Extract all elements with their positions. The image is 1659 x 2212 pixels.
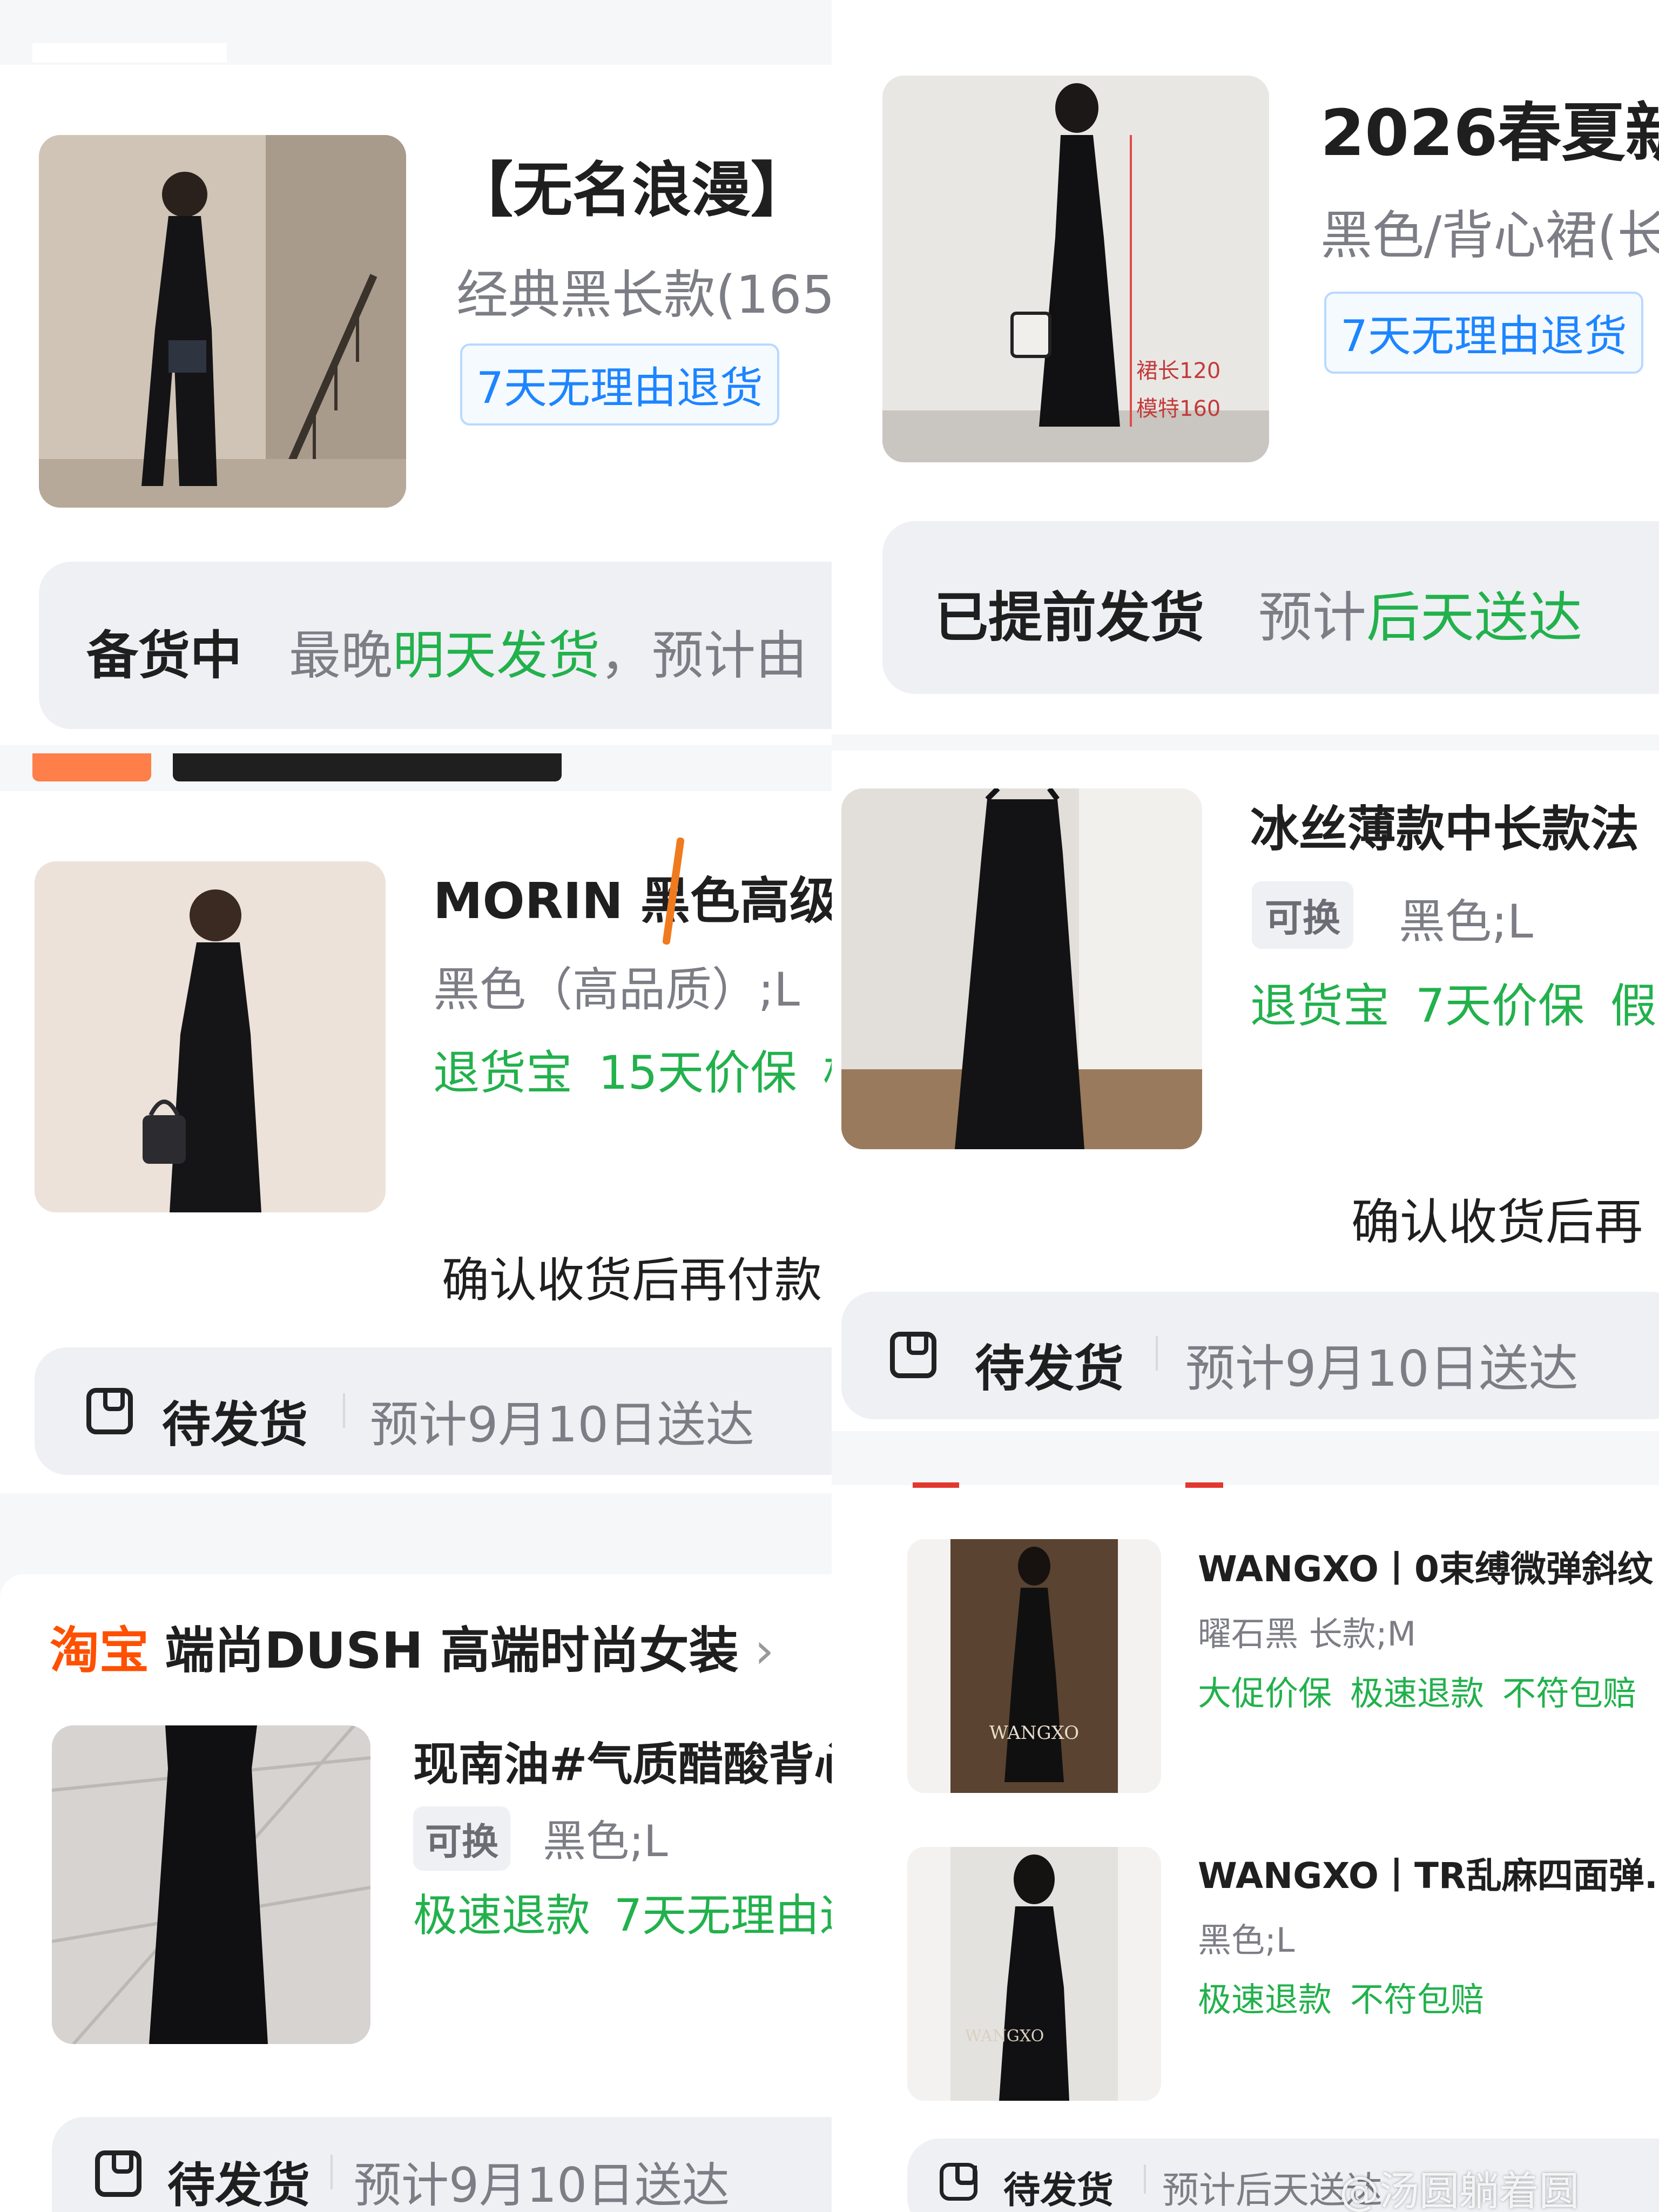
- package-icon: [940, 2163, 977, 2201]
- cropped-header-fragment: [32, 43, 227, 63]
- chevron-right-icon: ›: [754, 1622, 774, 1680]
- cropped-tab-fragment: [913, 1482, 959, 1488]
- status-pre: 最晚: [289, 625, 393, 686]
- product-spec: 黑色;L: [1198, 1920, 1295, 1960]
- status-detail: 最晚明天发货，预计由: [289, 613, 807, 689]
- status-label: 待发货: [167, 2157, 311, 2212]
- service-fast-refund: 极速退款: [413, 1890, 591, 1941]
- image-label-model-height: 模特160: [1136, 396, 1220, 421]
- divider: [343, 1393, 345, 1428]
- service-fast-refund: 极速退款: [1350, 1674, 1485, 1713]
- brand-prefix: MORIN: [433, 872, 640, 930]
- product-photo: [39, 135, 406, 508]
- status-post: ，预计由: [600, 625, 807, 686]
- product-photo: WANGXO: [907, 1539, 1161, 1793]
- product-title[interactable]: WANGXO丨TR乱麻四面弹...: [1198, 1847, 1659, 1899]
- product-photo: 裙长120 模特160: [882, 76, 1269, 462]
- service-extra: 假: [1610, 979, 1657, 1033]
- service-fast-refund: 极速退款: [1198, 1980, 1332, 2019]
- status-pre: 预计: [1258, 586, 1366, 649]
- product-photo: [52, 1725, 370, 2044]
- delivery-time: 后天送达: [1366, 586, 1582, 649]
- image-watermark: WANGXO: [989, 1722, 1079, 1744]
- service-badges: 极速退款 不符包赔: [1198, 1972, 1484, 2021]
- product-title[interactable]: 【无名浪漫】: [454, 141, 810, 228]
- status-label: 待发货: [1003, 2169, 1114, 2212]
- delivery-estimate: 预计9月10日送达: [1185, 1340, 1579, 1398]
- package-icon: [86, 1388, 133, 1434]
- service-badges: 退货宝 7天价保假: [1250, 968, 1657, 1035]
- social-watermark: @汤圆躺着圆: [1339, 2168, 1579, 2212]
- service-badges: 退货宝 15天价保极: [433, 1035, 832, 1102]
- product-spec: 黑色;L: [1399, 895, 1533, 949]
- product-image-1[interactable]: [39, 135, 406, 508]
- status-label: 备货中: [86, 625, 242, 686]
- service-price-protect: 15天价保: [598, 1046, 797, 1100]
- taobao-logo: 淘宝: [50, 1622, 150, 1680]
- product-title[interactable]: WANGXO丨0束缚微弹斜纹: [1198, 1540, 1653, 1592]
- service-badges: 大促价保 极速退款 不符包赔: [1198, 1666, 1636, 1715]
- status-detail: 预计后天送达: [1258, 574, 1582, 652]
- service-mismatch-compensation: 不符包赔: [1350, 1980, 1485, 2019]
- return-policy-tag: 7天无理由退货: [1324, 292, 1643, 374]
- package-icon: [95, 2150, 141, 2197]
- product-photo: WANGXO: [907, 1847, 1161, 2101]
- service-return-insurance: 退货宝: [433, 1046, 572, 1100]
- product-image-2[interactable]: [35, 861, 386, 1212]
- exchange-tag: 可换: [413, 1806, 511, 1871]
- service-promo-price-protect: 大促价保: [1198, 1674, 1332, 1713]
- product-photo: [35, 861, 386, 1212]
- product-title[interactable]: MORIN 黑色高级: [433, 861, 832, 933]
- shop-name: 端尚DUSH 高端时尚女装: [165, 1622, 739, 1680]
- service-return-insurance: 退货宝: [1250, 979, 1390, 1033]
- divider: [1144, 2164, 1146, 2194]
- delivery-estimate: 预计9月10日送达: [370, 1397, 754, 1453]
- product-photo: [841, 788, 1202, 1149]
- product-image-3[interactable]: [52, 1725, 370, 2044]
- status-label: 待发货: [975, 1340, 1124, 1398]
- service-extra: 极: [822, 1046, 832, 1100]
- right-column: 裙长120 模特160 2026春夏新 黑色/背心裙(长 7天无理由退货 已提前…: [832, 0, 1659, 2212]
- cropped-shop-header: [32, 753, 572, 791]
- service-badges: 极速退款 7天无理由退: [413, 1879, 832, 1944]
- service-mismatch-compensation: 不符包赔: [1502, 1674, 1637, 1713]
- product-title[interactable]: 2026春夏新: [1320, 81, 1659, 173]
- pay-after-receive-note: 确认收货后再: [1351, 1194, 1643, 1251]
- delivery-estimate: 预计9月10日送达: [354, 2157, 730, 2212]
- status-label: 待发货: [162, 1397, 308, 1453]
- product-image-wangxo-1[interactable]: WANGXO: [907, 1539, 1161, 1793]
- product-spec: 经典黑长款(165: [456, 265, 832, 325]
- service-7day-return: 7天无理由退: [614, 1890, 832, 1941]
- service-price-protect: 7天价保: [1415, 979, 1584, 1033]
- divider: [1156, 1336, 1158, 1371]
- product-spec: 黑色（高品质）;L: [433, 963, 800, 1017]
- return-policy-tag: 7天无理由退货: [460, 343, 779, 426]
- product-image-wangxo-2[interactable]: WANGXO: [907, 1847, 1161, 2101]
- status-label: 已提前发货: [934, 586, 1204, 649]
- pay-after-receive-note: 确认收货后再付款: [442, 1252, 822, 1308]
- shop-header[interactable]: 淘宝 端尚DUSH 高端时尚女装 ›: [50, 1610, 774, 1682]
- product-image-1[interactable]: 裙长120 模特160: [882, 76, 1269, 462]
- divider: [331, 2155, 333, 2189]
- product-title[interactable]: 现南油#气质醋酸背心: [413, 1728, 832, 1793]
- exchange-tag: 可换: [1252, 881, 1353, 949]
- package-icon: [890, 1332, 936, 1378]
- product-spec: 黑色;L: [543, 1816, 668, 1866]
- product-spec: 曜石黑 长款;M: [1198, 1614, 1417, 1654]
- product-title[interactable]: 冰丝薄款中长款法: [1250, 790, 1639, 860]
- image-watermark: WANGXO: [965, 2027, 1044, 2046]
- ship-time: 明天发货: [393, 625, 600, 686]
- left-column: 【无名浪漫】 经典黑长款(165 7天无理由退货 备货中 最晚明天发货，预计由 …: [0, 0, 832, 2212]
- cropped-tab-fragment: [1185, 1482, 1223, 1488]
- image-label-skirt-length: 裙长120: [1136, 359, 1220, 383]
- product-spec: 黑色/背心裙(长: [1320, 205, 1659, 266]
- product-image-2[interactable]: [841, 788, 1202, 1149]
